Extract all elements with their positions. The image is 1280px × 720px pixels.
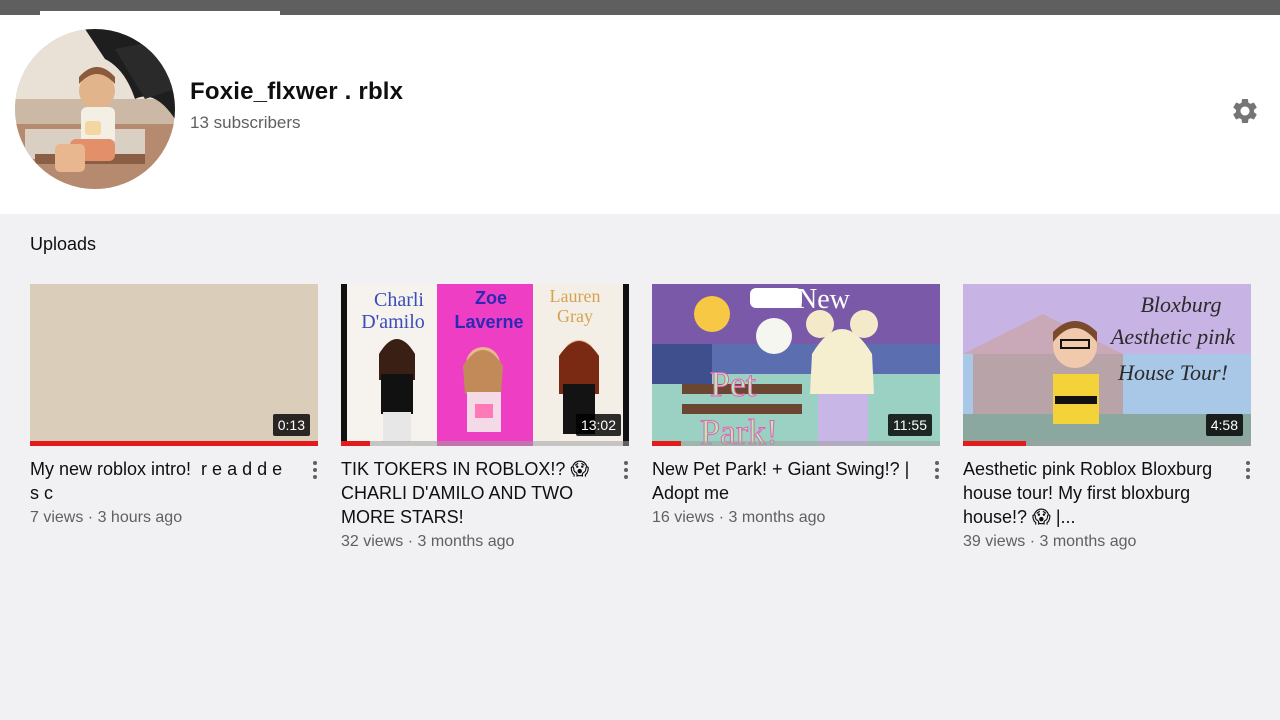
- video-duration: 4:58: [1205, 414, 1243, 436]
- video-card[interactable]: Charli D'amilo Zoe Laverne Lauren Gray 13:0…: [341, 284, 631, 550]
- gear-icon[interactable]: [1230, 96, 1260, 126]
- video-info: Aesthetic pink Roblox Bloxburg house tou…: [963, 457, 1225, 551]
- video-duration: 13:02: [575, 414, 621, 436]
- meta-separator: ·: [403, 533, 418, 550]
- watch-progress-bar: [341, 441, 629, 446]
- top-bar: [0, 0, 1280, 15]
- video-card[interactable]: New Pet Park! 11:55 New Pet Park! + Gian…: [652, 284, 942, 526]
- watch-progress-bar: [30, 441, 318, 446]
- upload-age: 3 months ago: [1039, 533, 1137, 550]
- video-meta: 7 views · 3 hours ago: [30, 509, 292, 527]
- video-meta: 32 views · 3 months ago: [341, 533, 603, 551]
- video-thumbnail[interactable]: Bloxburg Aesthetic pink House Tour! 4:58: [963, 284, 1251, 446]
- video-info: My new roblox intro! r e a d d e s c 7 v…: [30, 457, 292, 527]
- video-thumbnail[interactable]: 0:13: [30, 284, 318, 446]
- subscriber-count: 13 subscribers: [190, 113, 301, 132]
- video-info: New Pet Park! + Giant Swing!? | Adopt me…: [652, 457, 914, 527]
- thumb-text-aesthetic: Aesthetic pink: [1109, 324, 1236, 349]
- thumb-text-pet: Pet: [710, 364, 756, 404]
- video-card[interactable]: Bloxburg Aesthetic pink House Tour! 4:58…: [963, 284, 1253, 550]
- thumb-text-lauren: Lauren Gray: [550, 286, 601, 326]
- view-count: 39 views: [963, 533, 1026, 550]
- video-title[interactable]: My new roblox intro! r e a d d e s c: [30, 457, 288, 505]
- upload-age: 3 hours ago: [97, 509, 183, 526]
- video-meta: 16 views · 3 months ago: [652, 509, 914, 527]
- view-count: 7 views: [30, 509, 84, 526]
- uploads-heading: Uploads: [30, 234, 97, 254]
- more-options-icon[interactable]: [310, 461, 320, 479]
- video-info: TIK TOKERS IN ROBLOX!? 😱 CHARLI D'AMILO …: [341, 457, 603, 551]
- video-title[interactable]: TIK TOKERS IN ROBLOX!? 😱 CHARLI D'AMILO …: [341, 457, 599, 529]
- channel-avatar[interactable]: [15, 29, 175, 189]
- watch-progress-bar: [963, 441, 1251, 446]
- meta-separator: ·: [83, 509, 98, 526]
- thumb-text-bloxburg: Bloxburg: [1140, 292, 1221, 317]
- video-meta: 39 views · 3 months ago: [963, 533, 1225, 551]
- meta-separator: ·: [1025, 533, 1040, 550]
- upload-age: 3 months ago: [728, 509, 826, 526]
- more-options-icon[interactable]: [1243, 461, 1253, 479]
- view-count: 32 views: [341, 533, 404, 550]
- upload-age: 3 months ago: [417, 533, 515, 550]
- video-thumbnail[interactable]: New Pet Park! 11:55: [652, 284, 940, 446]
- video-thumbnail[interactable]: Charli D'amilo Zoe Laverne Lauren Gray 13:0…: [341, 284, 629, 446]
- more-options-icon[interactable]: [621, 461, 631, 479]
- video-title[interactable]: Aesthetic pink Roblox Bloxburg house tou…: [963, 457, 1221, 529]
- channel-header: Foxie_flxwer . rblx 13 subscribers: [0, 15, 1280, 214]
- more-options-icon[interactable]: [932, 461, 942, 479]
- video-duration: 11:55: [888, 414, 932, 436]
- thumb-text-new: New: [797, 284, 851, 315]
- thumb-text-house-tour: House Tour!: [1117, 360, 1228, 385]
- video-card[interactable]: 0:13 My new roblox intro! r e a d d e s …: [30, 284, 320, 526]
- view-count: 16 views: [652, 509, 715, 526]
- meta-separator: ·: [714, 509, 729, 526]
- watch-progress-bar: [652, 441, 940, 446]
- channel-name: Foxie_flxwer . rblx: [190, 78, 404, 105]
- video-title[interactable]: New Pet Park! + Giant Swing!? | Adopt me: [652, 457, 910, 505]
- video-duration: 0:13: [272, 414, 310, 436]
